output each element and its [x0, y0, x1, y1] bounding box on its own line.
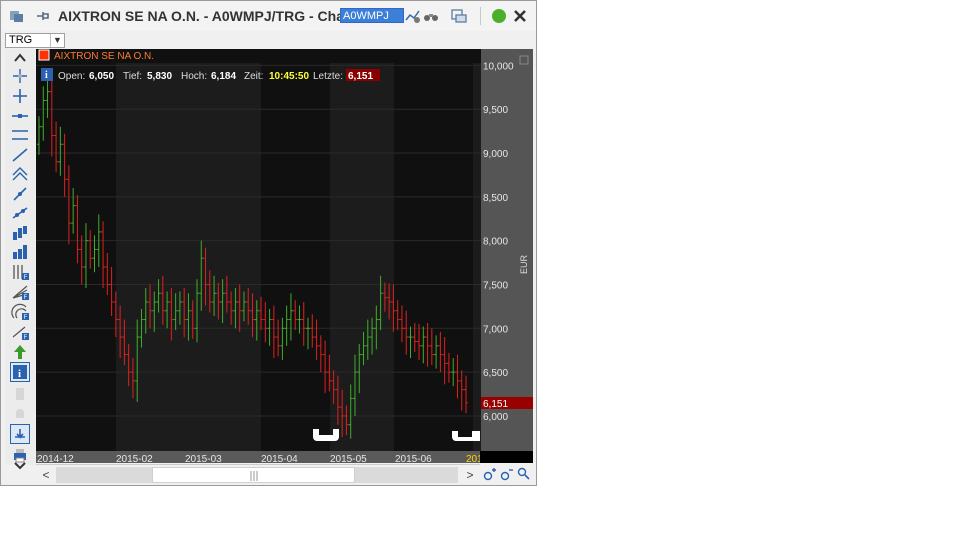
- zoom-in-icon[interactable]: [483, 467, 497, 481]
- binoculars-icon[interactable]: [423, 8, 439, 24]
- title-bar: AIXTRON SE NA O.N. - A0WMPJ/TRG - Chart: [1, 1, 536, 31]
- scroll-up-icon[interactable]: [11, 49, 29, 67]
- search-icon[interactable]: [517, 467, 531, 481]
- last-label: Letzte:: [313, 71, 343, 82]
- fibonacci-fan-icon[interactable]: F: [11, 283, 29, 301]
- open-value: 6,050: [89, 71, 114, 82]
- horizontal-scrollbar[interactable]: < >: [36, 464, 480, 485]
- extended-line-icon[interactable]: [11, 204, 29, 222]
- x-tick-label: 2015-05: [330, 454, 367, 464]
- arrow-up-icon[interactable]: [11, 343, 29, 361]
- compare-chart-icon[interactable]: [405, 8, 421, 24]
- y-axis-unit: EUR: [519, 254, 529, 274]
- x-tick-label: 2015-04: [261, 454, 298, 464]
- grip-icon: [250, 471, 258, 481]
- ray-icon[interactable]: [11, 185, 29, 203]
- horizontal-line-icon[interactable]: [11, 107, 29, 125]
- exchange-value: TRG: [9, 34, 33, 46]
- chevron-down-icon[interactable]: ▼: [50, 34, 64, 47]
- info-bar: i Open: 6,050 Tief: 5,830 Hoch: 6,184 Ze…: [41, 68, 380, 82]
- time-value: 10:45:50: [269, 71, 309, 82]
- fibonacci-time-icon[interactable]: F: [11, 263, 29, 281]
- scroll-down-icon[interactable]: [11, 459, 29, 477]
- price-chart[interactable]: 10,000 9,500 9,000 8,500 8,000 7,500 7,000 6,50…: [36, 49, 533, 463]
- x-tick-label: 2015-06: [395, 454, 432, 464]
- svg-text:i: i: [45, 70, 48, 81]
- channel-icon[interactable]: [11, 165, 29, 183]
- x-tick-label: 2015-03: [185, 454, 222, 464]
- bell-icon: [16, 409, 24, 418]
- y-tick-label: 9,000: [483, 149, 508, 160]
- y-tick-label: 6,000: [483, 412, 508, 423]
- svg-text:F: F: [24, 315, 28, 321]
- trendline-icon[interactable]: [11, 146, 29, 164]
- status-online-icon: [492, 9, 506, 23]
- scroll-track[interactable]: [56, 467, 458, 483]
- zoom-out-icon[interactable]: [500, 467, 514, 481]
- scroll-thumb[interactable]: [152, 467, 355, 483]
- scroll-right-icon[interactable]: >: [462, 467, 478, 483]
- svg-text:i: i: [18, 368, 21, 380]
- fibonacci-arc-icon[interactable]: F: [11, 303, 29, 321]
- svg-text:F: F: [24, 275, 28, 281]
- bar-chart-icon[interactable]: [11, 243, 29, 261]
- exchange-select[interactable]: TRG ▼: [5, 33, 65, 48]
- high-value: 6,184: [211, 71, 236, 82]
- legend-color-swatch: [38, 49, 50, 61]
- y-tick-label: 6,500: [483, 368, 508, 379]
- y-tick-label: 8,000: [483, 237, 508, 248]
- x-tick-label: 2015-02: [116, 454, 153, 464]
- x-tick-label: 2014-12: [37, 454, 74, 464]
- symbol-input[interactable]: [340, 8, 404, 23]
- high-label: Hoch:: [181, 71, 207, 82]
- last-value: 6,151: [348, 71, 373, 82]
- svg-text:F: F: [24, 295, 28, 301]
- candle-chart-icon[interactable]: [11, 224, 29, 242]
- low-label: Tief:: [123, 71, 142, 82]
- scroll-left-icon[interactable]: <: [38, 467, 54, 483]
- window-menu-icon[interactable]: [9, 8, 25, 24]
- last-price-tag-label: 6,151: [483, 399, 508, 410]
- y-tick-label: 9,500: [483, 105, 508, 116]
- zoom-tools: [481, 464, 535, 484]
- time-label: Zeit:: [244, 71, 263, 82]
- y-tick-label: 8,500: [483, 193, 508, 204]
- open-label: Open:: [58, 71, 85, 82]
- low-value: 5,830: [147, 71, 172, 82]
- crosshair-icon[interactable]: [11, 67, 29, 85]
- legend-series-name: AIXTRON SE NA O.N.: [54, 51, 154, 62]
- window-title: AIXTRON SE NA O.N. - A0WMPJ/TRG - Chart: [58, 8, 355, 24]
- pin-icon[interactable]: [35, 8, 51, 24]
- svg-text:F: F: [24, 335, 28, 341]
- cursor-cross-icon[interactable]: [11, 87, 29, 105]
- parallel-lines-icon[interactable]: [11, 126, 29, 144]
- disabled-tool-icon: [16, 388, 24, 400]
- y-tick-label: 7,000: [483, 324, 508, 335]
- x-axis: 2014-12 2015-02 2015-03 2015-04 2015-05 2015-…: [36, 451, 483, 465]
- close-icon[interactable]: [512, 8, 528, 24]
- cursor-select-icon[interactable]: [10, 424, 30, 444]
- x-tick-label: 201: [466, 454, 480, 464]
- drawing-toolbar: F F F F i: [5, 49, 35, 470]
- y-tick-label: 7,500: [483, 280, 508, 291]
- layout-icon[interactable]: [451, 8, 467, 24]
- chart-canvas[interactable]: 10,000 9,500 9,000 8,500 8,000 7,500 7,000 6,50…: [36, 49, 533, 463]
- fibonacci-retracement-icon[interactable]: F: [11, 323, 29, 341]
- y-tick-label: 10,000: [483, 61, 514, 72]
- info-icon[interactable]: i: [10, 362, 30, 382]
- chart-window: AIXTRON SE NA O.N. - A0WMPJ/TRG - Chart …: [0, 0, 537, 486]
